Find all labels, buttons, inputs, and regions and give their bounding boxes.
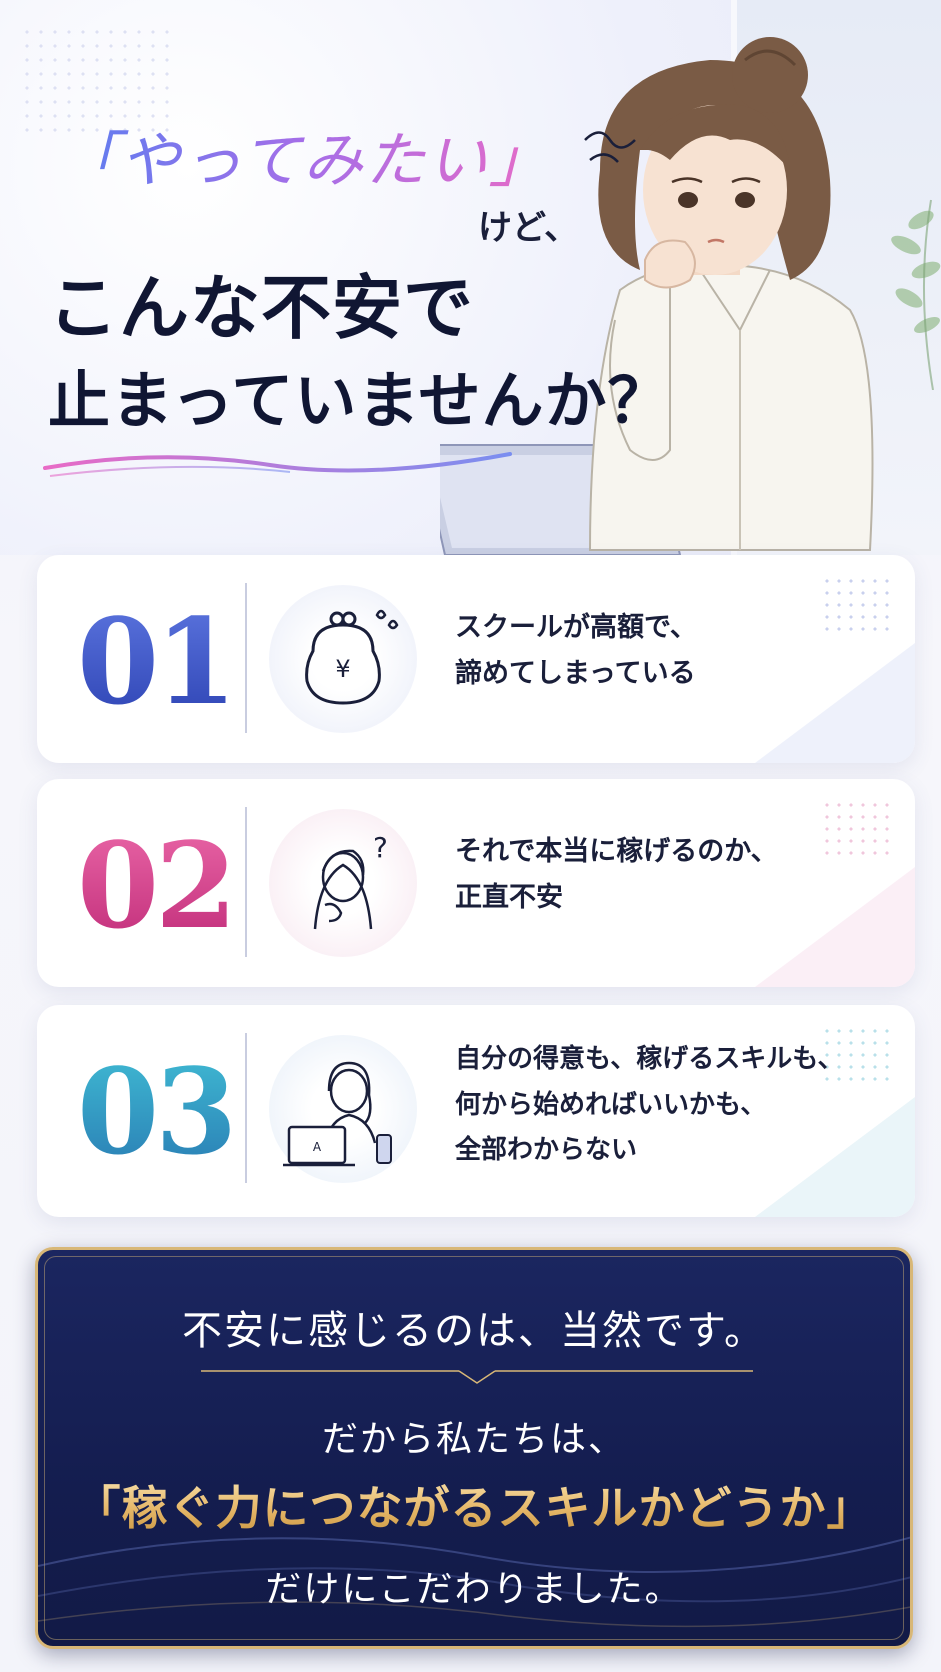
svg-text:A: A: [313, 1140, 322, 1154]
worried-woman-icon: ?: [313, 831, 388, 930]
cta-line-focus: だけにこだわりました。: [265, 1569, 683, 1610]
woman-laptop-icon: A: [283, 1061, 392, 1167]
headline-main: こんな不安で: [48, 267, 474, 349]
worry-text-line: それで本当に稼げるのか、: [455, 836, 778, 867]
worry-text-line: 諦めてしまっている: [455, 657, 696, 689]
headline-kedo: けど、: [478, 208, 579, 248]
icon-circle: ?: [269, 809, 417, 957]
headline-quote: 「やってみたい」: [58, 112, 551, 199]
worry-card-3: 03 A 自分の得意も、稼げるスキルも、 何から始めればいいかも、 全部わからな…: [37, 1005, 915, 1217]
worry-text-line: 全部わからない: [455, 1135, 638, 1165]
divider: [245, 583, 247, 733]
worry-number: 03: [77, 1042, 237, 1181]
dot-decoration: [821, 799, 891, 859]
worry-text: それで本当に稼げるのか、 正直不安: [455, 829, 778, 921]
svg-text:¥: ¥: [335, 655, 350, 683]
worry-text-line: 正直不安: [455, 881, 563, 913]
worry-text-line: 自分の得意も、稼げるスキルも、: [455, 1044, 844, 1074]
worry-text: スクールが高額で、 諦めてしまっている: [455, 605, 697, 697]
card-corner-decoration: [755, 643, 915, 763]
divider: [245, 1033, 247, 1183]
icon-circle: ¥: [269, 585, 417, 733]
cta-line-natural: 不安に感じるのは、当然です。: [182, 1308, 766, 1354]
worry-card-2: 02 ? それで本当に稼げるのか、 正直不安: [37, 779, 915, 987]
underline-swoosh: [43, 452, 512, 477]
worry-card-1: 01 ¥ スクールが高額で、 諦めてしまっている: [37, 555, 915, 763]
divider: [245, 807, 247, 957]
hero-section: 「やってみたい」 けど、 こんな不安で 止まっていませんか？: [0, 0, 941, 555]
reassurance-banner: 不安に感じるのは、当然です。 だから私たちは、 「稼ぐ力につながるスキルかどうか…: [35, 1247, 913, 1649]
icon-circle: A: [269, 1035, 417, 1183]
worry-number: 01: [77, 592, 237, 731]
worry-number: 02: [77, 816, 237, 955]
svg-text:?: ?: [373, 831, 388, 864]
coin-purse-yen-icon: ¥: [305, 609, 399, 705]
worry-text-line: スクールが高額で、: [455, 612, 697, 643]
dot-decoration: [821, 575, 891, 635]
worry-text-line: 何から始めればいいかも、: [455, 1089, 767, 1120]
gold-divider: [201, 1370, 753, 1384]
cta-line-highlight: 「稼ぐ力につながるスキルかどうか」: [38, 1472, 910, 1538]
worry-text: 自分の得意も、稼げるスキルも、 何から始めればいいかも、 全部わからない: [455, 1037, 843, 1174]
headline-question: 止まっていませんか？: [48, 364, 671, 437]
cta-line-therefore: だから私たちは、: [321, 1419, 626, 1460]
